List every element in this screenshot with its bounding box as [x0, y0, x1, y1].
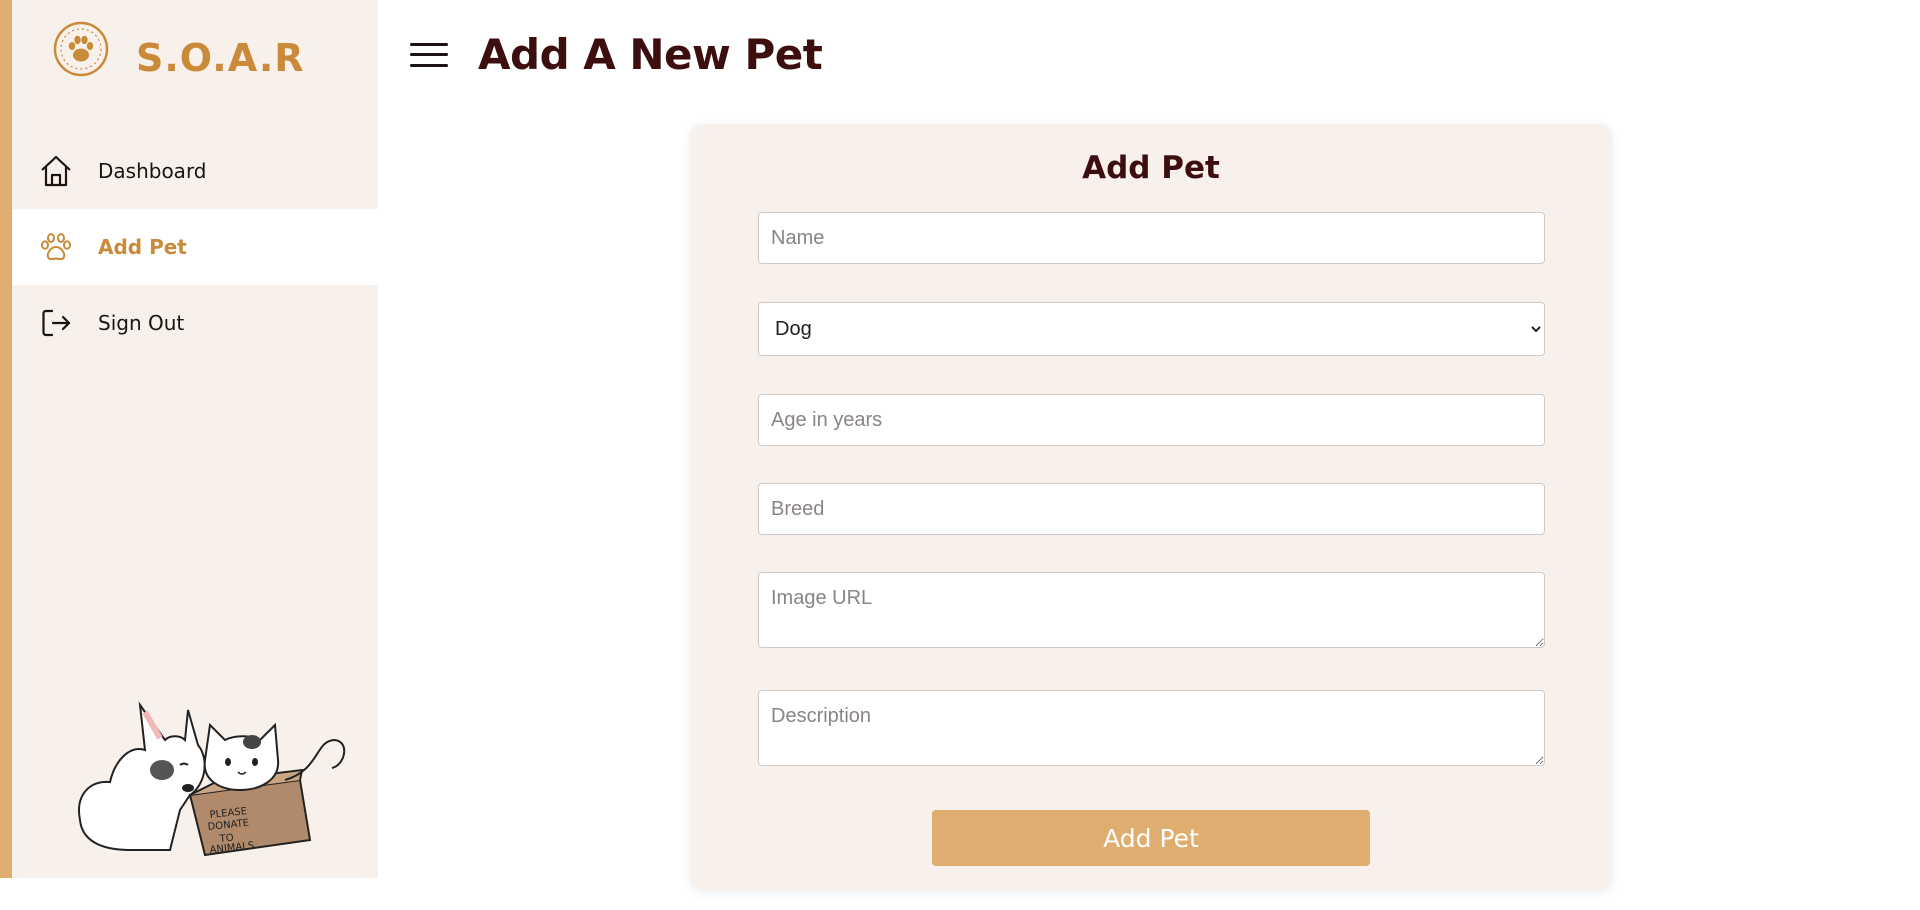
active-item-wrap: Add Pet [12, 209, 378, 285]
age-input[interactable] [758, 394, 1545, 446]
sidebar-item-label: Add Pet [98, 235, 187, 259]
brand: S.O.A.R [52, 18, 305, 80]
name-input[interactable] [758, 212, 1545, 264]
sidebar: S.O.A.R Dashboard Add Pet Sign Out PLEAS… [12, 0, 378, 878]
description-input[interactable] [758, 690, 1545, 766]
form-title: Add Pet [1082, 150, 1220, 186]
brand-title: S.O.A.R [136, 36, 305, 80]
sidebar-item-add-pet[interactable]: Add Pet [12, 209, 378, 285]
sidebar-item-label: Dashboard [98, 159, 207, 183]
add-pet-card: Add Pet Dog Add Pet [690, 124, 1612, 890]
species-select[interactable]: Dog [758, 302, 1545, 356]
top-bar: Add A New Pet [408, 30, 823, 79]
sidebar-item-dashboard[interactable]: Dashboard [12, 133, 378, 209]
paw-circle-icon [53, 21, 109, 77]
add-pet-button[interactable]: Add Pet [932, 810, 1370, 866]
home-icon [38, 153, 74, 189]
breed-input[interactable] [758, 483, 1545, 535]
image-url-input[interactable] [758, 572, 1545, 648]
sidebar-item-label: Sign Out [98, 311, 185, 335]
hamburger-menu-icon[interactable] [408, 38, 450, 72]
sidebar-accent-strip [0, 0, 12, 878]
paw-icon [38, 229, 74, 265]
sidebar-nav: Dashboard Add Pet Sign Out [12, 133, 378, 361]
sidebar-item-sign-out[interactable]: Sign Out [12, 285, 378, 361]
pets-donation-illustration: PLEASE DONATE TO ANIMALS [78, 701, 346, 857]
page-title: Add A New Pet [478, 30, 823, 79]
sign-out-icon [38, 305, 74, 341]
